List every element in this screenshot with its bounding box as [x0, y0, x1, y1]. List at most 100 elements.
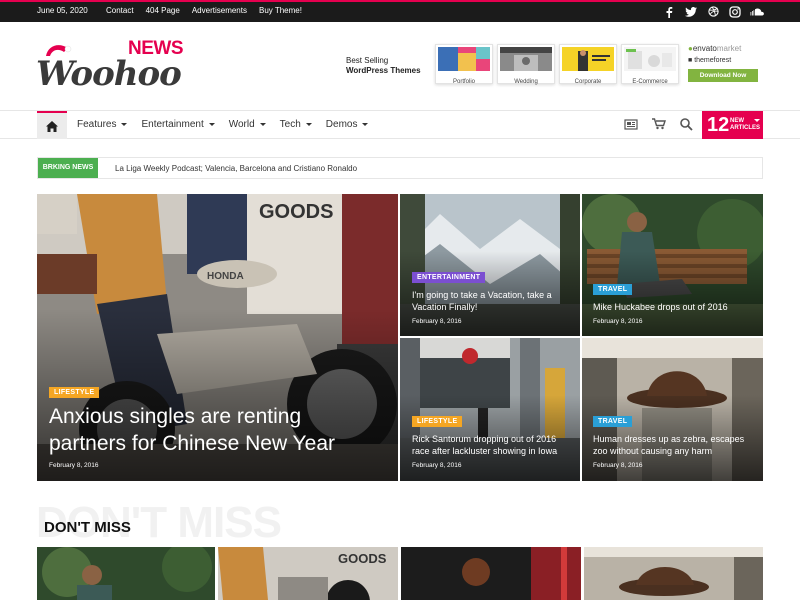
search-icon[interactable] [680, 118, 693, 131]
nav-icons [624, 118, 693, 131]
bottom-right-title[interactable]: Human dresses up as zebra, escapes zoo w… [593, 433, 744, 457]
top-bar: June 05, 2020 Contact 404 Page Advertise… [0, 0, 800, 22]
category-badge-lifestyle[interactable]: LIFESTYLE [412, 416, 463, 427]
demo-ecommerce-thumb [624, 47, 676, 71]
breaking-news-text[interactable]: La Liga Weekly Podcast; Valencia, Barcel… [115, 164, 357, 173]
new-label-line-1: NEW [730, 118, 744, 124]
soundcloud-icon[interactable] [750, 5, 764, 18]
best-selling-tagline: Best Selling WordPress Themes [346, 56, 421, 76]
envato-text: envato [692, 44, 717, 53]
top-link-advertisements[interactable]: Advertisements [192, 6, 247, 15]
demo-wedding-label: Wedding [514, 79, 538, 85]
top-mid-title[interactable]: I'm going to take a Vacation, take a Vac… [412, 289, 552, 313]
nav-menu: Features Entertainment World Tech Demos [77, 119, 382, 130]
post-date: February 8, 2016 [412, 462, 462, 469]
nav-item-label: Demos [325, 119, 358, 130]
category-badge-travel[interactable]: TRAVEL [593, 284, 633, 295]
title-line-1: Anxious singles are renting [49, 405, 302, 428]
newspaper-icon[interactable] [624, 118, 638, 130]
chevron-down-icon [754, 119, 760, 122]
top-right-title[interactable]: Mike Huckabee drops out of 2016 [593, 301, 728, 313]
nav-item-entertainment[interactable]: Entertainment [141, 119, 215, 130]
featured-post-main[interactable]: GOODS HONDA LIFESTYLE Anxious singles ar… [37, 194, 398, 481]
demo-wedding-thumb [500, 47, 552, 71]
site-logo[interactable]: NEWS Woohoo [36, 36, 186, 106]
new-articles-count: 12 [707, 114, 730, 136]
featured-post-top-mid[interactable]: ENTERTAINMENT I'm going to take a Vacati… [400, 194, 580, 336]
caret-down-icon [121, 123, 128, 126]
dont-miss-thumb-1-image [37, 547, 215, 600]
social-icons [662, 5, 764, 18]
dont-miss-thumb-3-image [401, 547, 581, 600]
dont-miss-thumb-2[interactable]: GOODS [218, 547, 398, 600]
logo-woohoo-text: Woohoo [36, 54, 182, 94]
themeforest-logo: ■ themeforest [688, 57, 732, 64]
top-link-buy-theme[interactable]: Buy Theme! [259, 6, 302, 15]
nav-item-demos[interactable]: Demos [326, 119, 369, 130]
dont-miss-thumb-2-image: GOODS [218, 547, 398, 600]
top-link-contact[interactable]: Contact [106, 6, 134, 15]
demo-wedding[interactable]: Wedding [497, 44, 555, 85]
top-link-404[interactable]: 404 Page [146, 6, 180, 15]
home-icon [46, 120, 58, 132]
featured-post-top-right[interactable]: TRAVEL Mike Huckabee drops out of 2016 F… [582, 194, 763, 336]
category-badge-entertainment[interactable]: ENTERTAINMENT [412, 272, 486, 283]
demo-thumbnails: Portfolio Wedding Corporate E-Commerce [435, 44, 679, 85]
breaking-news-label: BRKING NEWS [38, 158, 98, 178]
svg-text:GOODS: GOODS [338, 551, 387, 566]
facebook-icon[interactable] [662, 5, 676, 18]
home-button[interactable] [37, 111, 67, 139]
caret-down-icon [305, 123, 312, 126]
instagram-icon[interactable] [728, 5, 742, 18]
bottom-mid-title[interactable]: Rick Santorum dropping out of 2016 race … [412, 433, 557, 457]
nav-item-label: Entertainment [141, 119, 204, 130]
envato-market-text: market [716, 44, 742, 53]
breaking-news-bar: BRKING NEWS La Liga Weekly Podcast; Vale… [37, 157, 763, 179]
dont-miss-thumb-3[interactable] [401, 547, 581, 600]
demo-ecommerce[interactable]: E-Commerce [621, 44, 679, 85]
dont-miss-thumb-1[interactable] [37, 547, 215, 600]
dont-miss-thumb-4[interactable] [584, 547, 763, 600]
category-badge-lifestyle[interactable]: LIFESTYLE [49, 387, 100, 398]
post-date: February 8, 2016 [49, 462, 99, 469]
nav-item-label: Features [77, 119, 117, 130]
nav-item-label: Tech [279, 119, 301, 130]
featured-post-bottom-right[interactable]: TRAVEL Human dresses up as zebra, escape… [582, 338, 763, 481]
demo-corporate-thumb [562, 47, 614, 71]
themeforest-text: themeforest [694, 57, 732, 64]
demo-ecommerce-label: E-Commerce [632, 79, 668, 85]
main-nav: Features Entertainment World Tech Demos … [0, 110, 800, 139]
new-articles-badge[interactable]: 12 NEW ARTICLES [702, 111, 763, 139]
demo-corporate[interactable]: Corporate [559, 44, 617, 85]
best-selling-line-1: Best Selling [346, 56, 389, 65]
featured-main-title[interactable]: Anxious singles are renting partners for… [49, 403, 335, 457]
dribbble-icon[interactable] [706, 5, 720, 18]
download-now-button[interactable]: Download Now [688, 69, 758, 82]
nav-item-tech[interactable]: Tech [280, 119, 312, 130]
title-line-1: Mike Huckabee drops out of 2016 [593, 302, 728, 312]
svg-text:HONDA: HONDA [207, 271, 244, 282]
caret-down-icon [259, 123, 266, 126]
caret-down-icon [208, 123, 215, 126]
cart-icon[interactable] [652, 118, 666, 130]
new-label-line-2: ARTICLES [730, 125, 760, 131]
featured-post-bottom-mid[interactable]: LIFESTYLE Rick Santorum dropping out of … [400, 338, 580, 481]
title-line-2: partners for Chinese New Year [49, 432, 335, 455]
title-line-1: Human dresses up as zebra, escapes [593, 434, 745, 444]
top-date: June 05, 2020 [37, 6, 88, 15]
twitter-icon[interactable] [684, 5, 698, 18]
dont-miss-thumb-4-image [584, 547, 763, 600]
post-date: February 8, 2016 [593, 462, 643, 469]
category-badge-travel[interactable]: TRAVEL [593, 416, 633, 427]
title-line-2: race after lackluster showing in Iowa [412, 446, 558, 456]
caret-down-icon [362, 123, 369, 126]
title-line-1: I'm going to take a Vacation, take a [412, 290, 552, 300]
demo-portfolio-thumb [438, 47, 490, 71]
post-date: February 8, 2016 [593, 318, 643, 325]
envato-market-logo: ●envatomarket [688, 44, 742, 53]
demo-portfolio[interactable]: Portfolio [435, 44, 493, 85]
top-links: Contact 404 Page Advertisements Buy Them… [106, 6, 314, 15]
nav-item-features[interactable]: Features [77, 119, 128, 130]
title-line-1: Rick Santorum dropping out of 2016 [412, 434, 557, 444]
nav-item-world[interactable]: World [229, 119, 266, 130]
